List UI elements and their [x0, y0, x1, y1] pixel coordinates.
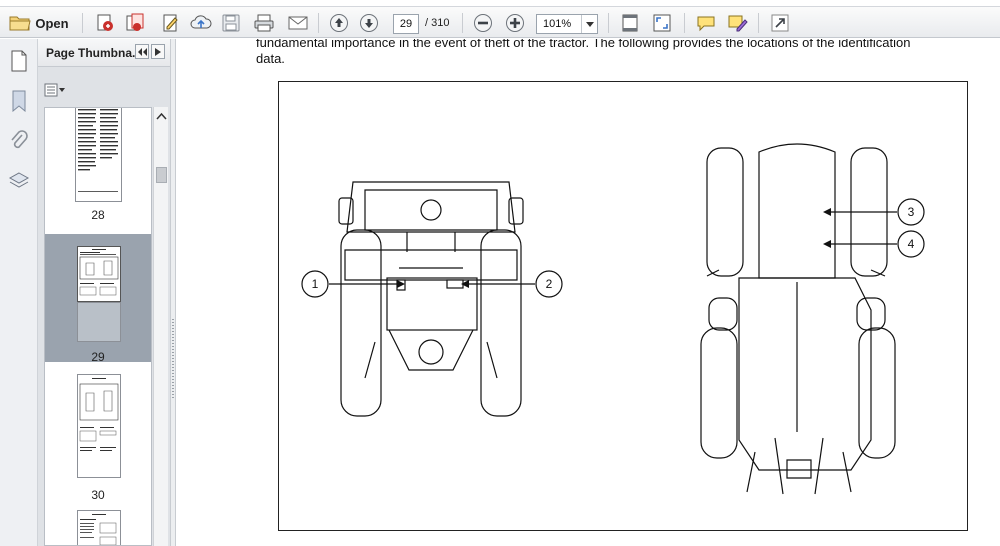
edit-button[interactable]: [158, 11, 184, 35]
zoom-value: 101%: [543, 18, 572, 30]
callout-1: 1: [312, 277, 319, 291]
text-line: fundamental importance in the event of t…: [256, 39, 911, 50]
print-button[interactable]: [250, 11, 278, 35]
plus-circle-icon: [505, 13, 525, 33]
page-number-input[interactable]: 29: [393, 14, 419, 34]
speech-bubble-icon: [695, 13, 717, 33]
open-button[interactable]: Open: [4, 11, 74, 35]
save-button[interactable]: [218, 11, 244, 35]
layers-icon[interactable]: [7, 169, 31, 193]
thumbnail-image-lower: [77, 302, 121, 342]
email-button[interactable]: [284, 11, 312, 35]
envelope-icon: [287, 14, 309, 32]
zoom-out-button[interactable]: [470, 11, 496, 35]
thumbnail-label: 30: [91, 488, 105, 502]
print-icon: [253, 13, 275, 33]
toolbar-separator: [82, 13, 83, 33]
chevron-up-icon[interactable]: [155, 111, 168, 123]
next-page-button[interactable]: [356, 11, 382, 35]
thumbnail-list[interactable]: 28 29 30: [44, 107, 152, 546]
thumbnail-panel: Page Thumbna... 28 29 30: [38, 39, 170, 546]
bookmark-icon[interactable]: [7, 89, 31, 113]
expand-panel-button[interactable]: [151, 44, 165, 59]
callout-2: 2: [546, 277, 553, 291]
zoom-in-button[interactable]: [502, 11, 528, 35]
fit-page-button[interactable]: [616, 11, 644, 35]
thumbnail-scrollbar[interactable]: [153, 107, 168, 546]
upload-button[interactable]: [188, 11, 214, 35]
tractor-drawing: 1 2 3 4: [301, 143, 925, 495]
callout-3: 3: [908, 205, 915, 219]
navigation-rail: [0, 39, 38, 546]
thumbnail-image: [77, 246, 121, 302]
toolbar-separator: [684, 13, 685, 33]
toolbar-separator: [462, 13, 463, 33]
fit-page-icon: [620, 13, 640, 33]
minus-circle-icon: [473, 13, 493, 33]
body-text: fundamental importance in the event of t…: [256, 39, 996, 67]
page-count: / 310: [425, 17, 450, 29]
callout-4: 4: [908, 237, 915, 251]
tractor-rear-view: [338, 181, 524, 417]
open-label: Open: [35, 15, 69, 31]
double-chevron-left-icon: [137, 47, 147, 56]
text-line: data.: [256, 51, 285, 66]
arrow-up-circle-icon: [329, 13, 349, 33]
toolbar-separator: [758, 13, 759, 33]
combine-button[interactable]: [122, 11, 148, 35]
pdf-viewer-window: Open 29 / 310 101% Page Thumbna... 28 29…: [0, 0, 1000, 546]
main-toolbar: Open 29 / 310 101%: [0, 6, 1000, 38]
page-thumbnails-icon[interactable]: [7, 49, 31, 73]
folder-icon: [9, 14, 31, 32]
collapse-panel-button[interactable]: [135, 44, 149, 59]
cloud-upload-icon: [190, 13, 212, 33]
combine-icon: [125, 13, 145, 33]
toolbar-separator: [608, 13, 609, 33]
chevron-down-icon[interactable]: [581, 15, 597, 33]
thumbnail-image: [77, 374, 121, 478]
highlight-button[interactable]: [724, 11, 752, 35]
panel-header: Page Thumbna...: [38, 39, 170, 67]
paperclip-icon[interactable]: [7, 129, 31, 153]
toolbar-separator: [318, 13, 319, 33]
zoom-select[interactable]: 101%: [536, 14, 598, 34]
create-pdf-button[interactable]: [92, 11, 118, 35]
thumbnail-label: 28: [91, 208, 105, 222]
thumbnail-options-button[interactable]: [44, 82, 66, 98]
options-menu-icon: [44, 83, 65, 97]
thumbnail-image: [75, 108, 122, 202]
save-icon: [221, 13, 241, 33]
expand-icon: [652, 13, 672, 33]
tractor-figure: 1 2 3 4: [278, 81, 968, 531]
highlighter-icon: [727, 13, 749, 33]
expand-toolbar-button[interactable]: [766, 11, 794, 35]
chevron-right-icon: [155, 47, 161, 56]
thumbnail-label: 29: [91, 350, 105, 364]
edit-document-icon: [161, 13, 181, 33]
thumbnail-image: [77, 510, 121, 545]
arrow-down-circle-icon: [359, 13, 379, 33]
scrollbar-thumb[interactable]: [156, 167, 167, 183]
create-pdf-icon: [95, 13, 115, 33]
resize-arrow-icon: [770, 13, 790, 33]
splitter-grip: [172, 319, 174, 399]
panel-title: Page Thumbna...: [46, 46, 143, 60]
full-screen-button[interactable]: [648, 11, 676, 35]
document-view: fundamental importance in the event of t…: [176, 39, 1000, 546]
tractor-top-view: [700, 143, 896, 495]
comment-button[interactable]: [692, 11, 720, 35]
previous-page-button[interactable]: [326, 11, 352, 35]
